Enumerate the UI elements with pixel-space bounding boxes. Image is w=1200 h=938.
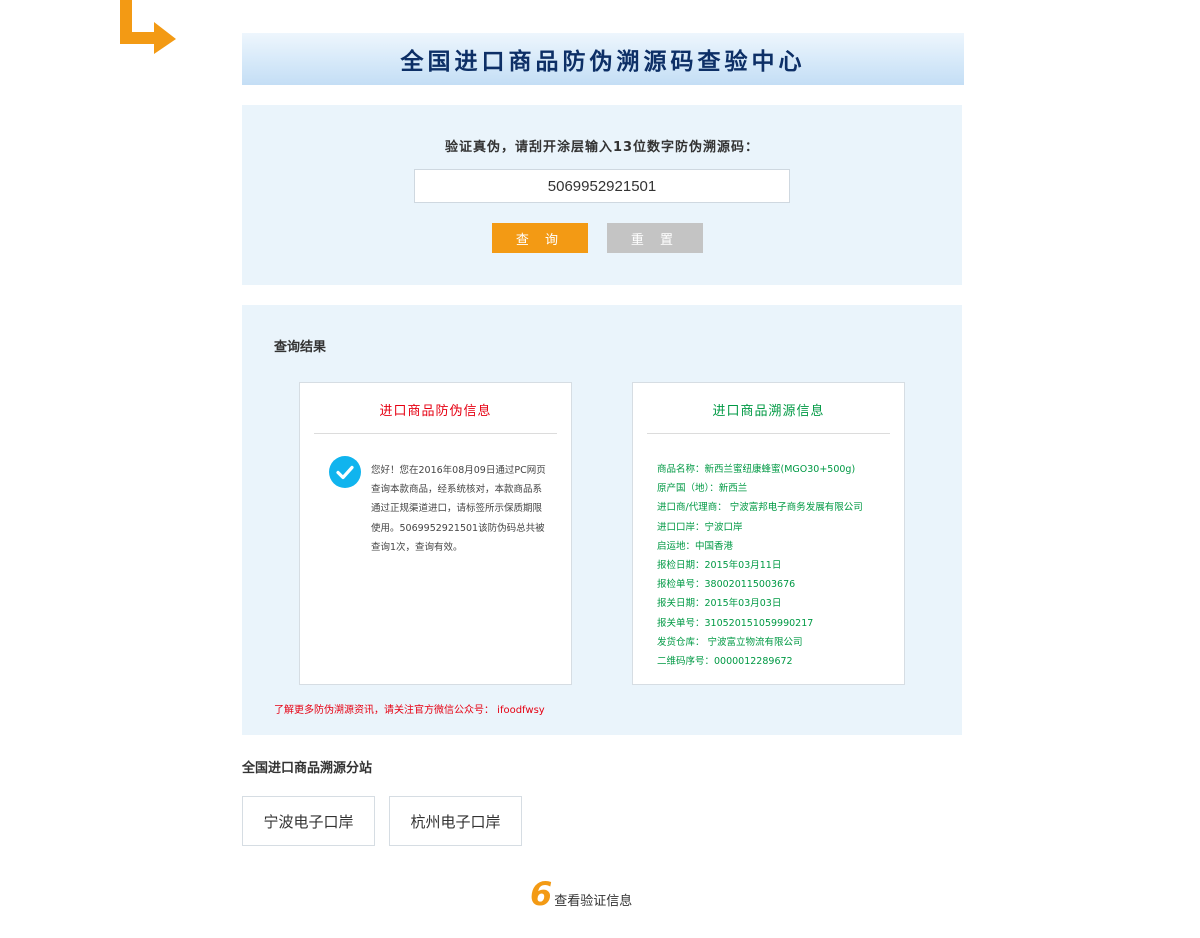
trace-list: 商品名称：新西兰蜜纽康蜂蜜(MGO30+500g) 原产国（地）：新西兰 进口商… [657, 460, 863, 671]
trace-item-warehouse: 发货仓库： 宁波富立物流有限公司 [657, 636, 803, 648]
substation-heading: 全国进口商品溯源分站 [242, 761, 373, 776]
wechat-follow-note: 了解更多防伪溯源资讯，请关注官方微信公众号： ifoodfwsy [274, 705, 545, 716]
check-circle-icon [329, 456, 361, 488]
hangzhou-port-button[interactable]: 杭州电子口岸 [389, 796, 522, 846]
trace-item-port: 进口口岸：宁波口岸 [657, 521, 743, 533]
reset-button[interactable]: 重 置 [607, 223, 703, 253]
trace-item-inspection-date: 报检日期：2015年03月11日 [657, 560, 782, 572]
trace-item-departure: 启运地：中国香港 [657, 540, 734, 552]
step-caption: 6 查看验证信息 [530, 876, 632, 912]
header-banner: 全国进口商品防伪溯源码查验中心 [242, 33, 964, 85]
antifake-message: 您好！您在2016年08月09日通过PC网页查询本款商品，经系统核对，本款商品系… [371, 465, 546, 553]
trace-item-qr-serial: 二维码序号：0000012289672 [657, 656, 793, 668]
ningbo-port-button[interactable]: 宁波电子口岸 [242, 796, 375, 846]
query-button[interactable]: 查 询 [492, 223, 588, 253]
trace-item-customs-date: 报关日期：2015年03月03日 [657, 598, 782, 610]
trace-item-product-name: 商品名称：新西兰蜜纽康蜂蜜(MGO30+500g) [657, 464, 856, 475]
step-text: 查看验证信息 [554, 894, 633, 909]
trace-item-customs-number: 报关单号：310520151059990217 [657, 617, 814, 629]
trace-card-title: 进口商品溯源信息 [712, 404, 825, 419]
page-title: 全国进口商品防伪溯源码查验中心 [400, 49, 806, 75]
result-title: 查询结果 [274, 340, 327, 355]
antifake-card-title: 进口商品防伪信息 [379, 404, 492, 419]
code-input[interactable] [414, 169, 790, 203]
antifake-card: 进口商品防伪信息 您好！您在2016年08月09日通过PC网页查询本款商品，经系… [299, 382, 572, 685]
trace-item-inspection-number: 报检单号：380020115003676 [657, 579, 796, 591]
trace-item-importer: 进口商/代理商： 宁波富邦电子商务发展有限公司 [657, 502, 863, 514]
corner-arrow-icon [120, 0, 176, 54]
trace-card: 进口商品溯源信息 商品名称：新西兰蜜纽康蜂蜜(MGO30+500g) 原产国（地… [632, 382, 905, 685]
query-prompt: 验证真伪，请刮开涂层输入13位数字防伪溯源码： [444, 140, 760, 155]
step-number: 6 [530, 875, 553, 913]
query-panel: 验证真伪，请刮开涂层输入13位数字防伪溯源码： 查 询 重 置 [242, 105, 962, 285]
result-panel: 查询结果 进口商品防伪信息 您好！您在2016年08月09日通过PC网页查询本款… [242, 305, 962, 735]
trace-item-origin: 原产国（地）：新西兰 [657, 483, 748, 495]
card-divider [314, 433, 557, 434]
card-divider [647, 433, 890, 434]
